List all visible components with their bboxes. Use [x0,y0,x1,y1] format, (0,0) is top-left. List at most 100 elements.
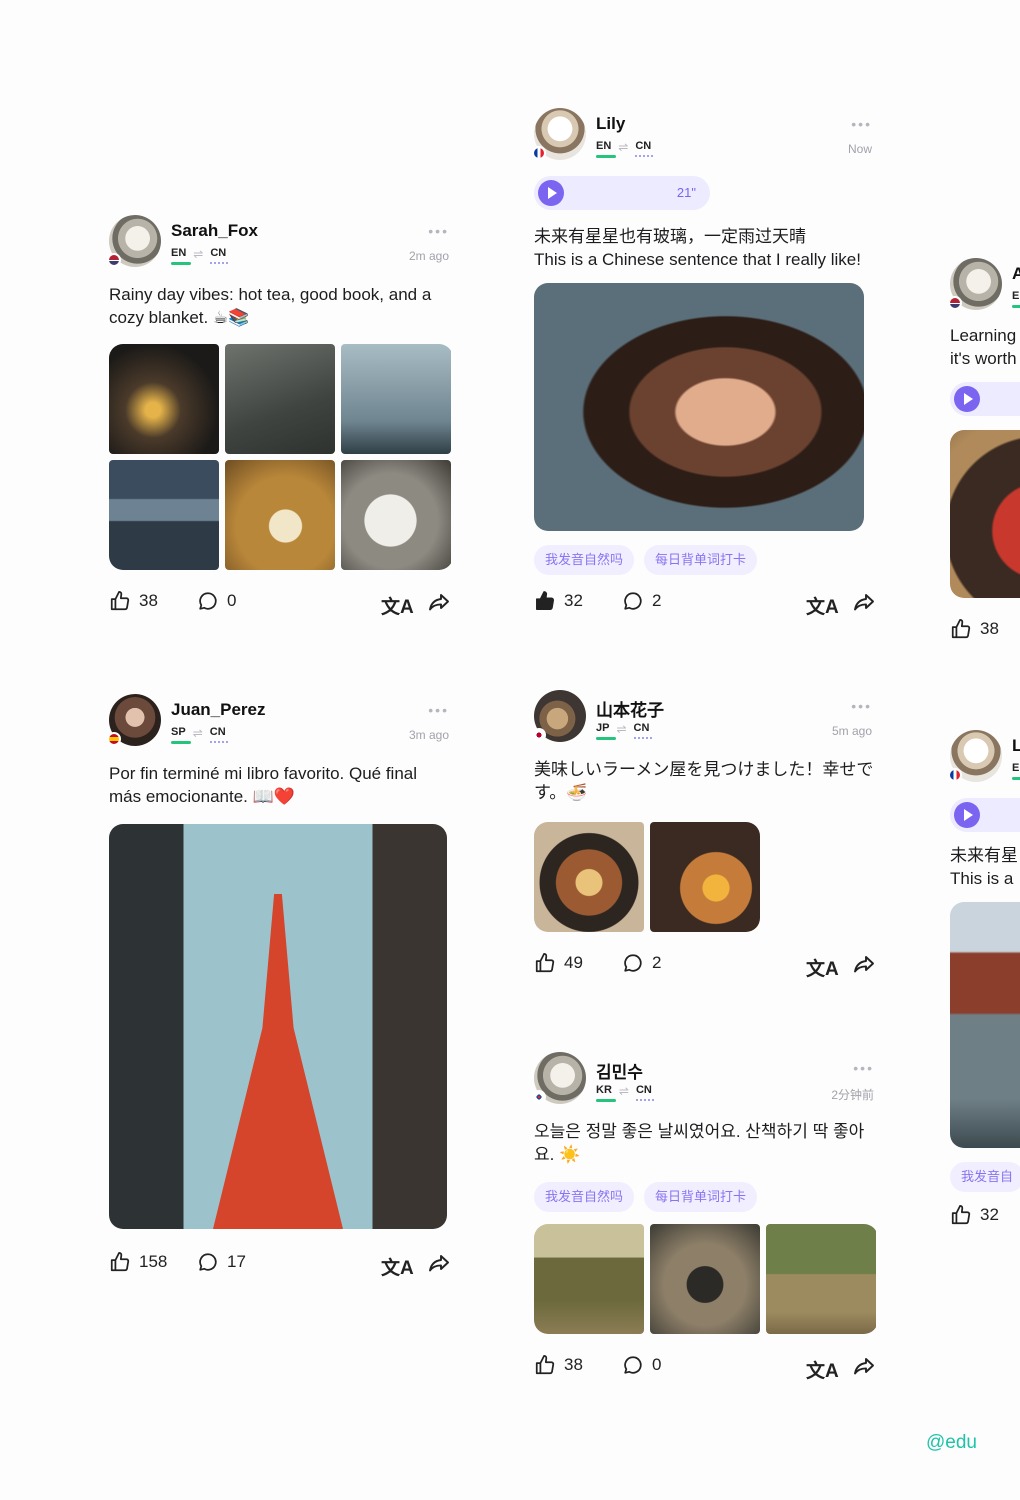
share-button[interactable] [852,952,876,981]
share-icon [852,1354,876,1378]
photo[interactable] [766,1224,876,1334]
native-language: EN [1012,290,1020,308]
username[interactable]: Juan_Perez [171,700,266,720]
post-text: 오늘은 정말 좋은 날씨였어요. 산책하기 딱 좋아요. ☀️ [534,1122,865,1164]
photo[interactable] [341,344,451,454]
tag-chip[interactable]: 我发音自然吗 [534,545,635,575]
play-icon[interactable] [538,180,564,206]
native-language: SP [171,726,191,744]
like-count: 38 [139,591,158,610]
like-count: 38 [980,619,999,638]
thumbs-up-icon [534,952,556,974]
share-icon [852,590,876,614]
username[interactable]: Sarah_Fox [171,221,258,241]
comment-button[interactable]: 2 [622,590,661,612]
photo[interactable] [534,1224,644,1334]
username[interactable]: Lily [596,114,625,134]
us-flag-icon [950,296,962,310]
translate-icon[interactable]: 文A [806,1356,839,1383]
translate-icon[interactable]: 文A [381,592,414,619]
share-button[interactable] [427,590,451,619]
tag-chip[interactable]: 我发音自然吗 [534,1182,635,1212]
comment-icon [622,590,644,612]
comment-count: 2 [652,591,662,610]
thumbs-up-icon [950,1204,972,1226]
translate-icon[interactable]: 文A [806,592,839,619]
photo[interactable] [650,1224,760,1334]
tag-list: 我发音自然吗 每日背单词打卡 [534,1182,878,1212]
like-button[interactable]: 158 [109,1251,167,1273]
photo-grid [109,344,453,570]
more-dots-icon[interactable]: ••• [428,702,449,718]
es-flag-icon [107,732,121,746]
like-button[interactable]: 49 [534,952,583,974]
share-icon [852,952,876,976]
photo[interactable] [950,902,1020,1148]
play-icon[interactable] [954,386,980,412]
voice-message[interactable] [950,382,1020,416]
photo[interactable] [534,822,644,932]
right-column-clip: A EN Learning it's worth 38 L EN 未来有星 Th… [950,0,1020,1500]
native-language: JP [596,722,617,740]
comment-button[interactable]: 17 [197,1251,246,1273]
photo[interactable] [950,430,1020,598]
username[interactable]: A [1012,264,1020,284]
thumbs-up-filled-icon [534,590,556,612]
like-button[interactable]: 38 [109,590,158,612]
comment-icon [197,590,219,612]
language-pair: JP ⇌ CN [596,722,654,740]
photo[interactable] [225,344,335,454]
learning-language: CN [635,140,656,158]
voice-message[interactable] [950,798,1020,832]
like-count: 158 [139,1252,168,1271]
swap-arrows-icon: ⇌ [193,247,204,261]
photo[interactable] [109,344,219,454]
more-dots-icon[interactable]: ••• [851,116,872,132]
post-time: 2分钟前 [831,1088,874,1102]
like-button[interactable]: 32 [950,1204,999,1226]
post-text: 未来有星星也有玻璃，一定雨过天晴 [534,227,806,246]
more-dots-icon[interactable]: ••• [428,223,449,239]
voice-message[interactable]: 21" [534,176,710,210]
fr-flag-icon [950,768,962,782]
post-card: L EN 未来有星 This is a 我发音自 32 [950,730,1020,1232]
action-bar: 49 2 文A [534,952,876,980]
more-dots-icon[interactable]: ••• [853,1060,874,1076]
photo[interactable] [225,460,335,570]
username[interactable]: L [1012,736,1020,756]
tag-chip[interactable]: 我发音自 [950,1162,1020,1192]
username[interactable]: 김민수 [596,1058,643,1083]
share-button[interactable] [852,590,876,619]
kr-flag-icon [532,1090,546,1104]
photo[interactable] [534,283,864,531]
tag-chip[interactable]: 每日背单词打卡 [644,545,758,575]
post-card: 山本花子 JP ⇌ CN ••• 5m ago 美味しいラーメン屋を見つけました… [532,690,876,980]
language-pair: EN ⇌ CN [596,140,656,158]
share-button[interactable] [852,1354,876,1383]
like-button[interactable]: 38 [534,1354,583,1376]
translate-icon[interactable]: 文A [381,1253,414,1280]
photo[interactable] [109,460,219,570]
photo[interactable] [650,822,760,932]
like-button[interactable]: 38 [950,618,999,640]
comment-button[interactable]: 2 [622,952,661,974]
comment-button[interactable]: 0 [197,590,236,612]
like-button[interactable]: 32 [534,590,583,612]
share-button[interactable] [427,1251,451,1280]
photo[interactable] [109,824,447,1229]
translate-icon[interactable]: 文A [806,954,839,981]
comment-icon [622,1354,644,1376]
action-bar: 32 [950,1204,1020,1232]
username[interactable]: 山本花子 [596,696,664,721]
tag-list: 我发音自然吗 每日背单词打卡 [534,545,876,575]
post-time: 3m ago [408,728,449,742]
swap-arrows-icon: ⇌ [192,726,203,740]
comment-button[interactable]: 0 [622,1354,661,1376]
tag-chip[interactable]: 每日背单词打卡 [644,1182,758,1212]
swap-arrows-icon: ⇌ [618,140,629,154]
us-flag-icon [107,253,121,267]
action-bar: 38 0 文A [109,590,453,618]
play-icon[interactable] [954,802,980,828]
photo[interactable] [341,460,451,570]
more-dots-icon[interactable]: ••• [851,698,872,714]
